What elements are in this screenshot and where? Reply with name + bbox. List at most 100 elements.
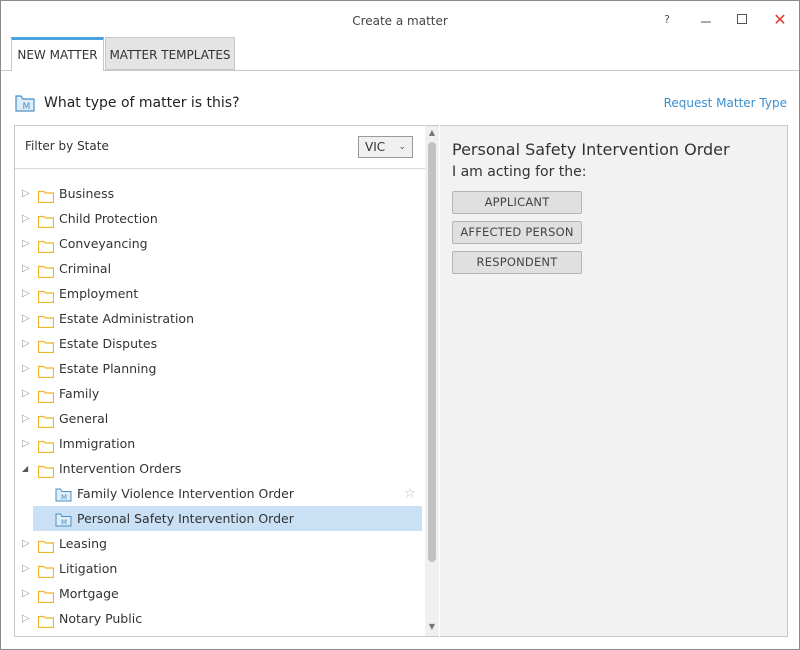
tree-scrollbar[interactable]: ▲ ▼ bbox=[425, 126, 439, 636]
tree-item-label: Business bbox=[59, 186, 115, 201]
scroll-up-icon[interactable]: ▲ bbox=[425, 128, 439, 140]
minimize-button[interactable] bbox=[691, 9, 721, 31]
tree-folder-item[interactable]: ▷ Child Protection bbox=[15, 206, 425, 231]
folder-icon bbox=[37, 412, 55, 429]
folder-icon bbox=[37, 337, 55, 354]
tab-matter-templates[interactable]: MATTER TEMPLATES bbox=[105, 37, 235, 70]
folder-icon bbox=[37, 462, 55, 479]
matter-type-icon: M bbox=[15, 95, 35, 112]
folder-icon bbox=[37, 237, 55, 254]
folder-icon bbox=[37, 362, 55, 379]
expand-arrow-icon[interactable]: ▷ bbox=[22, 406, 32, 431]
tree-folder-item[interactable]: ▷ Mortgage bbox=[15, 581, 425, 606]
tree-item-label: Estate Disputes bbox=[59, 336, 158, 351]
scroll-down-icon[interactable]: ▼ bbox=[425, 622, 439, 634]
tree-item-label: Notary Public bbox=[59, 611, 143, 626]
expand-arrow-icon[interactable]: ▷ bbox=[22, 381, 32, 406]
affected-person-button[interactable]: AFFECTED PERSON bbox=[452, 221, 582, 244]
tree-folder-item[interactable]: ▷ Family bbox=[15, 381, 425, 406]
tree-item-label: Family bbox=[59, 386, 100, 401]
tree-item-label: Estate Administration bbox=[59, 311, 195, 326]
request-matter-type-link[interactable]: Request Matter Type bbox=[664, 96, 787, 110]
title-bar: Create a matter ? ✕ bbox=[1, 1, 799, 37]
tree-item-label: Conveyancing bbox=[59, 236, 148, 251]
tree-item-label: Employment bbox=[59, 286, 139, 301]
tree-folder-item[interactable]: ▷ Conveyancing bbox=[15, 231, 425, 256]
folder-icon bbox=[37, 437, 55, 454]
matter-detail-panel: Personal Safety Intervention Order I am … bbox=[440, 125, 788, 637]
filter-divider bbox=[15, 168, 425, 169]
tree-item-label: Leasing bbox=[59, 536, 107, 551]
tree-item-label: Child Protection bbox=[59, 211, 158, 226]
matter-icon: M bbox=[55, 511, 72, 527]
tree-folder-item[interactable]: ▷ Employment bbox=[15, 281, 425, 306]
matter-type-tree: ▷ Business ▷ Child Protection ▷ Conveyancing ▷… bbox=[15, 181, 425, 631]
tree-item-label: Criminal bbox=[59, 261, 112, 276]
expand-arrow-icon[interactable]: ▷ bbox=[22, 556, 32, 581]
tree-folder-item[interactable]: ▷ Criminal bbox=[15, 256, 425, 281]
expand-arrow-icon[interactable]: ▷ bbox=[22, 306, 32, 331]
collapse-arrow-icon[interactable]: ◢ bbox=[22, 456, 32, 481]
detail-subtitle: I am acting for the: bbox=[452, 164, 587, 180]
folder-icon bbox=[37, 262, 55, 279]
folder-icon bbox=[37, 537, 55, 554]
folder-icon bbox=[37, 287, 55, 304]
state-dropdown-value: VIC bbox=[365, 140, 386, 154]
expand-arrow-icon[interactable]: ▷ bbox=[22, 181, 32, 206]
help-button[interactable]: ? bbox=[652, 9, 682, 31]
expand-arrow-icon[interactable]: ▷ bbox=[22, 581, 32, 606]
expand-arrow-icon[interactable]: ▷ bbox=[22, 231, 32, 256]
matter-icon: M bbox=[55, 486, 72, 502]
scroll-thumb[interactable] bbox=[428, 142, 436, 562]
folder-icon bbox=[37, 587, 55, 604]
maximize-icon bbox=[737, 14, 747, 24]
expand-arrow-icon[interactable]: ▷ bbox=[22, 531, 32, 556]
tree-folder-item[interactable]: ▷ Estate Administration bbox=[15, 306, 425, 331]
tree-item-label: Family Violence Intervention Order bbox=[77, 486, 295, 501]
tree-folder-item[interactable]: ▷ General bbox=[15, 406, 425, 431]
folder-icon bbox=[37, 187, 55, 204]
tab-new-matter[interactable]: NEW MATTER bbox=[11, 37, 104, 70]
chevron-down-icon: ⌄ bbox=[398, 142, 406, 152]
svg-text:M: M bbox=[61, 519, 67, 527]
expand-arrow-icon[interactable]: ▷ bbox=[22, 281, 32, 306]
tree-folder-item[interactable]: ▷ Leasing bbox=[15, 531, 425, 556]
svg-text:M: M bbox=[61, 494, 67, 502]
tree-child-item[interactable]: M Personal Safety Intervention Order bbox=[33, 506, 422, 531]
tree-folder-item[interactable]: ▷ Litigation bbox=[15, 556, 425, 581]
tab-divider bbox=[1, 70, 799, 71]
folder-icon bbox=[37, 312, 55, 329]
create-matter-window: Create a matter ? ✕ NEW MATTER MATTER TE… bbox=[0, 0, 800, 650]
tree-folder-item[interactable]: ▷ Estate Disputes bbox=[15, 331, 425, 356]
tree-item-label: Litigation bbox=[59, 561, 118, 576]
tree-folder-item[interactable]: ▷ Business bbox=[15, 181, 425, 206]
tree-folder-item[interactable]: ▷ Notary Public bbox=[15, 606, 425, 631]
expand-arrow-icon[interactable]: ▷ bbox=[22, 331, 32, 356]
tree-item-label: Immigration bbox=[59, 436, 136, 451]
expand-arrow-icon[interactable]: ▷ bbox=[22, 606, 32, 631]
detail-title: Personal Safety Intervention Order bbox=[452, 140, 730, 159]
matter-type-tree-panel: Filter by State VIC ⌄ ▷ Business ▷ Child Pr… bbox=[14, 125, 439, 637]
expand-arrow-icon[interactable]: ▷ bbox=[22, 256, 32, 281]
tree-item-label: Mortgage bbox=[59, 586, 119, 601]
close-button[interactable]: ✕ bbox=[765, 9, 795, 31]
expand-arrow-icon[interactable]: ▷ bbox=[22, 431, 32, 456]
tree-child-item[interactable]: M Family Violence Intervention Order ☆ bbox=[15, 481, 425, 506]
expand-arrow-icon[interactable]: ▷ bbox=[22, 356, 32, 381]
folder-icon bbox=[37, 387, 55, 404]
tree-folder-item[interactable]: ▷ Immigration bbox=[15, 431, 425, 456]
tree-folder-item[interactable]: ◢ Intervention Orders bbox=[15, 456, 425, 481]
applicant-button[interactable]: APPLICANT bbox=[452, 191, 582, 214]
tree-item-label: Intervention Orders bbox=[59, 461, 182, 476]
folder-icon bbox=[37, 612, 55, 629]
expand-arrow-icon[interactable]: ▷ bbox=[22, 206, 32, 231]
respondent-button[interactable]: RESPONDENT bbox=[452, 251, 582, 274]
folder-icon bbox=[37, 212, 55, 229]
favorite-star-icon[interactable]: ☆ bbox=[404, 481, 416, 506]
state-dropdown[interactable]: VIC ⌄ bbox=[358, 136, 413, 158]
maximize-button[interactable] bbox=[727, 9, 757, 31]
tree-item-label: General bbox=[59, 411, 109, 426]
matter-type-question: What type of matter is this? bbox=[44, 95, 240, 111]
tree-folder-item[interactable]: ▷ Estate Planning bbox=[15, 356, 425, 381]
folder-icon bbox=[37, 562, 55, 579]
